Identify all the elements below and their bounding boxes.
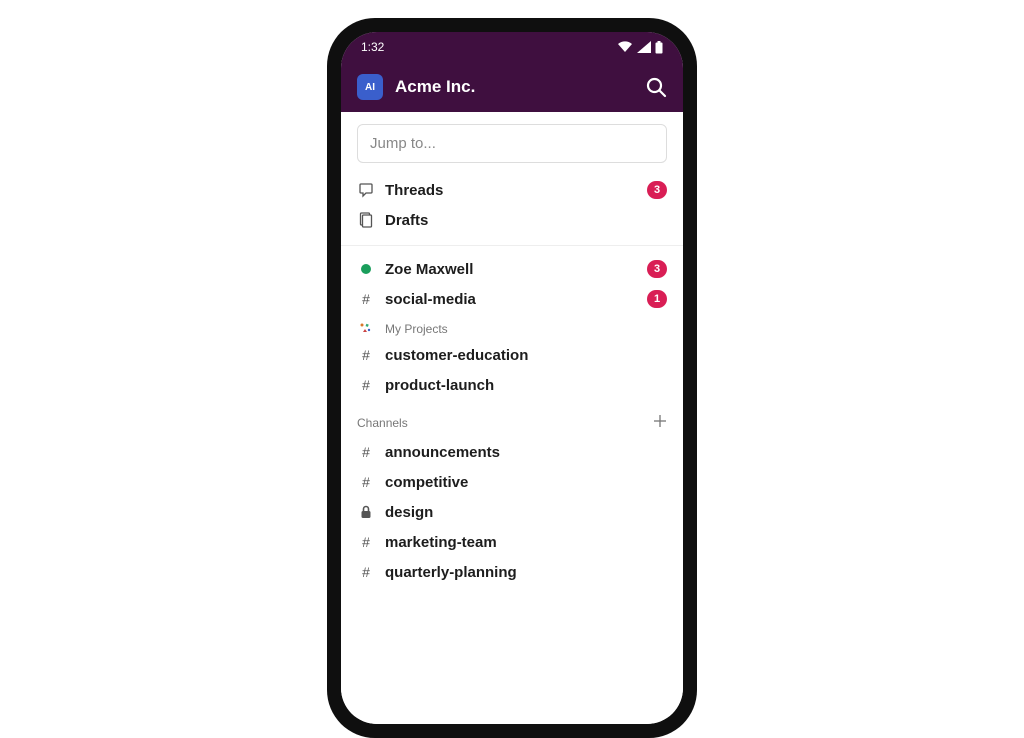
lock-icon bbox=[357, 505, 375, 519]
dm-zoe-badge: 3 bbox=[647, 260, 667, 278]
section-my-projects[interactable]: My Projects bbox=[341, 314, 683, 340]
channel-competitive-row[interactable]: # competitive bbox=[341, 467, 683, 497]
channel-social-badge: 1 bbox=[647, 290, 667, 308]
signal-icon bbox=[637, 41, 651, 53]
status-icons bbox=[617, 41, 663, 54]
channel-product-launch-row[interactable]: # product-launch bbox=[341, 370, 683, 400]
hash-icon: # bbox=[357, 291, 375, 307]
channel-product-launch-label: product-launch bbox=[385, 377, 667, 394]
confetti-icon bbox=[357, 322, 375, 336]
jump-to-input[interactable]: Jump to... bbox=[357, 124, 667, 163]
channel-quarterly-label: quarterly-planning bbox=[385, 564, 667, 581]
hash-icon: # bbox=[357, 444, 375, 460]
search-wrap: Jump to... bbox=[341, 112, 683, 175]
channel-competitive-label: competitive bbox=[385, 474, 667, 491]
plus-icon bbox=[653, 414, 667, 428]
workspace-icon[interactable]: AI bbox=[357, 74, 383, 100]
dm-zoe-row[interactable]: Zoe Maxwell 3 bbox=[341, 254, 683, 284]
hash-icon: # bbox=[357, 534, 375, 550]
channel-marketing-label: marketing-team bbox=[385, 534, 667, 551]
hash-icon: # bbox=[357, 474, 375, 490]
status-bar: 1:32 bbox=[341, 32, 683, 62]
hash-icon: # bbox=[357, 564, 375, 580]
channels-title: Channels bbox=[357, 416, 653, 430]
channel-social-label: social-media bbox=[385, 291, 647, 308]
channel-marketing-row[interactable]: # marketing-team bbox=[341, 527, 683, 557]
search-icon bbox=[645, 76, 667, 98]
drafts-row[interactable]: Drafts bbox=[341, 205, 683, 235]
search-button[interactable] bbox=[645, 76, 667, 98]
threads-label: Threads bbox=[385, 182, 647, 199]
hash-icon: # bbox=[357, 347, 375, 363]
channel-customer-ed-label: customer-education bbox=[385, 347, 667, 364]
channel-design-row[interactable]: design bbox=[341, 497, 683, 527]
phone-screen: 1:32 AI Acme Inc. Jump to... bbox=[341, 32, 683, 724]
my-projects-title: My Projects bbox=[385, 322, 667, 336]
channel-quarterly-row[interactable]: # quarterly-planning bbox=[341, 557, 683, 587]
channel-social-row[interactable]: # social-media 1 bbox=[341, 284, 683, 314]
threads-badge: 3 bbox=[647, 181, 667, 199]
section-channels[interactable]: Channels bbox=[341, 400, 683, 437]
wifi-icon bbox=[617, 41, 633, 53]
dm-zoe-label: Zoe Maxwell bbox=[385, 261, 647, 278]
presence-icon bbox=[357, 264, 375, 274]
header-bar: AI Acme Inc. bbox=[341, 62, 683, 112]
channel-design-label: design bbox=[385, 504, 667, 521]
channel-announcements-label: announcements bbox=[385, 444, 667, 461]
threads-row[interactable]: Threads 3 bbox=[341, 175, 683, 205]
channel-customer-ed-row[interactable]: # customer-education bbox=[341, 340, 683, 370]
workspace-initials: AI bbox=[365, 82, 375, 93]
status-time: 1:32 bbox=[361, 40, 384, 54]
phone-frame: 1:32 AI Acme Inc. Jump to... bbox=[327, 18, 697, 738]
drafts-icon bbox=[357, 212, 375, 228]
content-area: Jump to... Threads 3 Drafts bbox=[341, 112, 683, 724]
hash-icon: # bbox=[357, 377, 375, 393]
divider bbox=[341, 245, 683, 246]
drafts-label: Drafts bbox=[385, 212, 667, 229]
battery-icon bbox=[655, 41, 663, 54]
channel-announcements-row[interactable]: # announcements bbox=[341, 437, 683, 467]
workspace-name[interactable]: Acme Inc. bbox=[395, 77, 633, 97]
add-channel-button[interactable] bbox=[653, 412, 667, 433]
threads-icon bbox=[357, 182, 375, 198]
